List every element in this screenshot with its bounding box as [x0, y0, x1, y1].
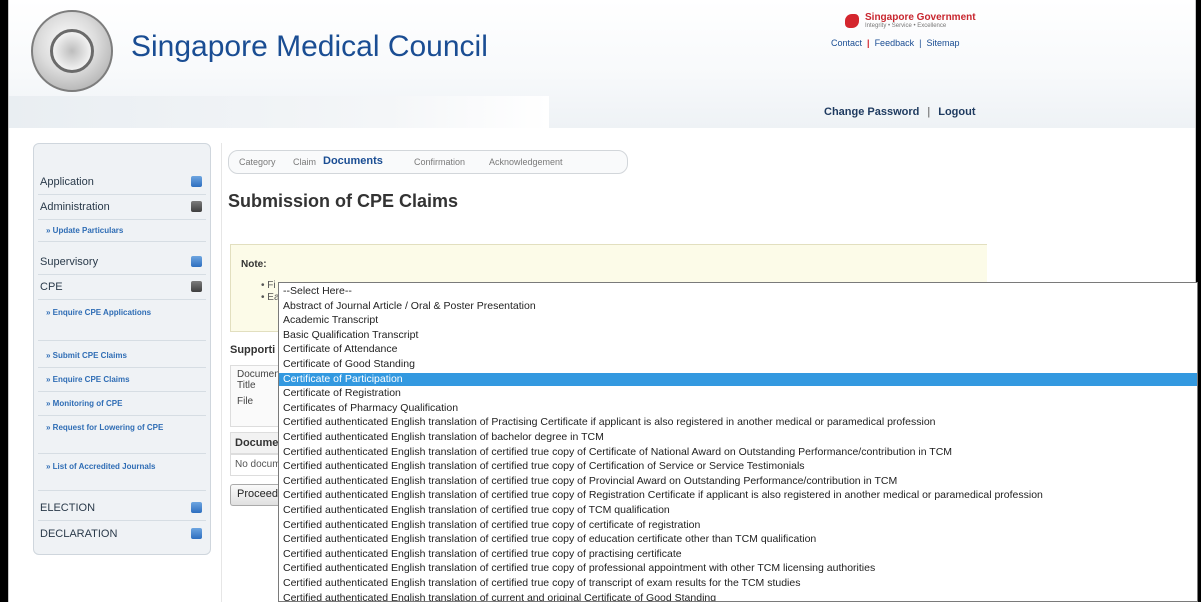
expand-icon[interactable] [191, 176, 202, 187]
site-title[interactable]: Singapore Medical Council [131, 30, 488, 64]
sidebar-item-application[interactable]: Application [38, 170, 206, 195]
sidebar-item-monitoring-of-cpe[interactable]: » Monitoring of CPE [38, 392, 206, 416]
sidebar-subitem-label: » Enquire CPE Applications [46, 308, 152, 317]
sidebar-subitem-label: » Monitoring of CPE [46, 399, 123, 408]
file-label: File [237, 396, 254, 407]
note-title: Note: [241, 259, 267, 270]
dropdown-option[interactable]: Certified authenticated English translat… [279, 431, 1197, 444]
dropdown-option[interactable]: Certified authenticated English translat… [279, 416, 1197, 429]
link-separator: | [867, 38, 870, 48]
change-password-link[interactable]: Change Password [824, 106, 919, 118]
dropdown-option[interactable]: Certified authenticated English translat… [279, 592, 1197, 601]
sidebar-item-administration[interactable]: Administration [38, 195, 206, 220]
sidebar-item-cpe[interactable]: CPE [38, 275, 206, 300]
sidebar-nav: Application Administration » Update Part… [33, 143, 211, 555]
sidebar-item-supervisory[interactable]: Supervisory [38, 250, 206, 275]
sidebar-item-request-lowering-cpe[interactable]: » Request for Lowering of CPE [38, 418, 206, 454]
dropdown-option[interactable]: Certified authenticated English translat… [279, 489, 1197, 502]
sidebar-item-label: DECLARATION [40, 528, 118, 540]
dropdown-option[interactable]: Academic Transcript [279, 314, 1197, 327]
council-seal-logo[interactable] [31, 10, 113, 92]
screen-border-left [0, 0, 8, 602]
dropdown-option[interactable]: Certified authenticated English translat… [279, 475, 1197, 488]
sidebar-item-election[interactable]: ELECTION [38, 496, 206, 521]
supporting-documents-heading: Supporti [230, 344, 276, 356]
step-acknowledgement[interactable]: Acknowledgement [489, 157, 563, 167]
step-category[interactable]: Category [239, 157, 276, 167]
contact-link[interactable]: Contact [831, 38, 862, 48]
dropdown-option[interactable]: Certified authenticated English translat… [279, 562, 1197, 575]
sidebar-subitem-label: » Request for Lowering of CPE [46, 423, 164, 432]
link-separator: | [927, 106, 931, 118]
document-type-label: Documen [237, 369, 280, 380]
feedback-link[interactable]: Feedback [875, 38, 915, 48]
document-type-dropdown-list[interactable]: --Select Here-- Abstract of Journal Artic… [278, 282, 1198, 602]
gov-logo-tagline: Integrity • Service • Excellence [865, 23, 947, 29]
gov-logo-text: Singapore Government [865, 12, 976, 23]
dropdown-option[interactable]: Certified authenticated English translat… [279, 504, 1197, 517]
sidebar-subitem-label: » Submit CPE Claims [46, 351, 127, 360]
dropdown-option[interactable]: Certified authenticated English translat… [279, 577, 1197, 590]
sidebar-item-accredited-journals[interactable]: » List of Accredited Journals [38, 457, 206, 491]
note-bullet: • Ea [261, 292, 280, 303]
collapse-icon[interactable] [191, 281, 202, 292]
dropdown-option[interactable]: Certificate of Good Standing [279, 358, 1197, 371]
dropdown-option[interactable]: Certificate of Participation [279, 372, 1197, 386]
step-claim[interactable]: Claim [293, 157, 316, 167]
expand-icon[interactable] [191, 528, 202, 539]
sitemap-link[interactable]: Sitemap [926, 38, 959, 48]
dropdown-option[interactable]: Certified authenticated English translat… [279, 519, 1197, 532]
site-header: Singapore Medical Council Singapore Gove… [9, 0, 1195, 128]
documents-empty-text: No docum [235, 459, 281, 470]
dropdown-option[interactable]: Abstract of Journal Article / Oral & Pos… [279, 300, 1197, 313]
link-separator: | [919, 38, 922, 48]
dropdown-option[interactable]: Certified authenticated English translat… [279, 548, 1197, 561]
dropdown-option[interactable]: Certificate of Attendance [279, 343, 1197, 356]
sidebar-item-label: Application [40, 176, 94, 188]
sidebar-item-enquire-cpe-applications[interactable]: » Enquire CPE Applications [38, 303, 206, 341]
sidebar-item-update-particulars[interactable]: » Update Particulars [38, 221, 206, 242]
note-bullet: • Fi [261, 280, 276, 291]
sidebar-item-label: ELECTION [40, 502, 96, 514]
dropdown-option[interactable]: Certified authenticated English translat… [279, 460, 1197, 473]
lion-head-icon [845, 14, 859, 28]
proceed-button-label: Proceed [237, 488, 278, 500]
dropdown-option[interactable]: Certified authenticated English translat… [279, 446, 1197, 459]
logout-link[interactable]: Logout [938, 106, 975, 118]
sidebar-subitem-label: » Update Particulars [46, 226, 124, 235]
sidebar-subitem-label: » List of Accredited Journals [46, 462, 156, 471]
wizard-steps: Category Claim Documents Confirmation Ac… [228, 150, 628, 174]
step-documents[interactable]: Documents [323, 155, 383, 167]
account-links: Change Password | Logout [824, 106, 975, 118]
step-confirmation[interactable]: Confirmation [414, 157, 465, 167]
dropdown-option[interactable]: Certificates of Pharmacy Qualification [279, 402, 1197, 415]
page-title: Submission of CPE Claims [228, 191, 459, 211]
dropdown-option[interactable]: Certified authenticated English translat… [279, 533, 1197, 546]
sidebar-item-declaration[interactable]: DECLARATION [38, 522, 206, 546]
sidebar-item-enquire-cpe-claims[interactable]: » Enquire CPE Claims [38, 368, 206, 392]
sidebar-item-label: Administration [40, 201, 110, 213]
dropdown-option[interactable]: Certificate of Registration [279, 387, 1197, 400]
title-label: Title [237, 380, 256, 391]
expand-icon[interactable] [191, 256, 202, 267]
sidebar-item-label: CPE [40, 281, 63, 293]
utility-links: Contact | Feedback | Sitemap [831, 38, 959, 48]
expand-icon[interactable] [191, 502, 202, 513]
collapse-icon[interactable] [191, 201, 202, 212]
dropdown-option[interactable]: Basic Qualification Transcript [279, 329, 1197, 342]
sidebar-item-submit-cpe-claims[interactable]: » Submit CPE Claims [38, 344, 206, 368]
sidebar-subitem-label: » Enquire CPE Claims [46, 375, 130, 384]
header-band [9, 96, 549, 128]
sidebar-item-label: Supervisory [40, 256, 99, 268]
dropdown-option[interactable]: --Select Here-- [279, 285, 1197, 298]
singapore-government-logo[interactable]: Singapore Government Integrity • Service… [837, 12, 987, 32]
